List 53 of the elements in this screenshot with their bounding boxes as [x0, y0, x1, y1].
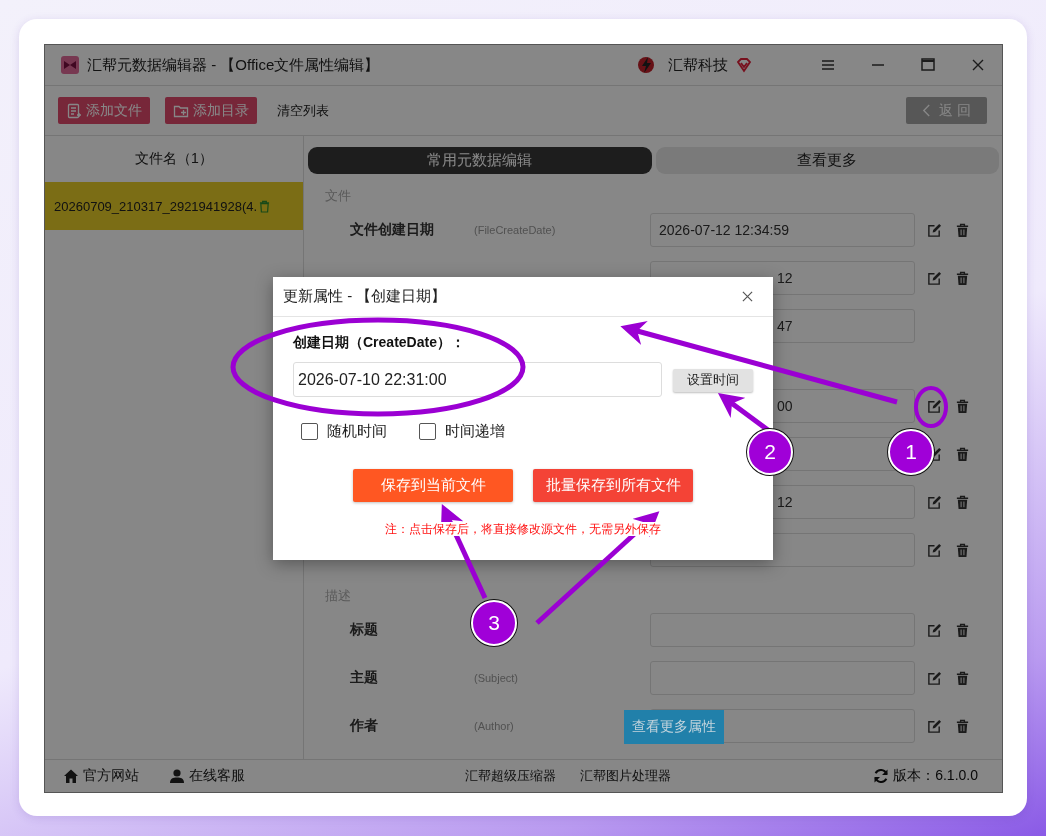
batch-save-button[interactable]: 批量保存到所有文件: [533, 469, 693, 502]
footer-link[interactable]: 官方网站: [63, 767, 139, 785]
maximize-icon[interactable]: [920, 57, 936, 73]
dialog-title: 更新属性 - 【创建日期】: [283, 287, 448, 306]
trash-icon[interactable]: [955, 494, 970, 510]
lightning-logo-icon: [636, 55, 656, 75]
checkbox[interactable]: [419, 423, 436, 440]
field-label: 标题: [350, 621, 378, 637]
file-list-item[interactable]: 20260709_210317_2921941928(4.: [45, 182, 303, 230]
annotation-circle: [914, 386, 948, 428]
add-folder-button[interactable]: 添加目录: [165, 97, 257, 124]
close-icon[interactable]: [970, 57, 986, 73]
menu-icon[interactable]: [820, 57, 836, 73]
trash-icon[interactable]: [955, 446, 970, 462]
document-icon: [66, 102, 82, 119]
set-time-button[interactable]: 设置时间: [673, 368, 753, 392]
trash-icon[interactable]: [955, 542, 970, 558]
checkbox-label: 随机时间: [327, 422, 387, 441]
date-input[interactable]: 2026-07-10 22:31:00: [293, 362, 662, 397]
tab[interactable]: 常用元数据编辑: [308, 147, 652, 174]
column-header: 文件名（1）: [134, 149, 214, 168]
home-icon: [63, 768, 79, 784]
tab[interactable]: 查看更多: [655, 147, 999, 174]
logo-icon: [61, 56, 79, 74]
field-label: 作者: [350, 717, 378, 733]
close-icon[interactable]: [742, 291, 753, 302]
trash-icon[interactable]: [955, 398, 970, 414]
checkbox-label: 时间递增: [445, 422, 505, 441]
window-title: 汇帮元数据编辑器 - 【Office文件属性编辑】: [87, 55, 380, 75]
trash-icon[interactable]: [955, 718, 970, 734]
footer-link[interactable]: 汇帮图片处理器: [580, 767, 671, 785]
trash-icon[interactable]: [955, 670, 970, 686]
more-properties-button[interactable]: 查看更多属性: [624, 710, 724, 744]
version-text: 版本：6.1.0.0: [893, 767, 978, 785]
trash-icon[interactable]: [955, 622, 970, 638]
save-button[interactable]: 保存到当前文件: [353, 469, 513, 502]
checkbox[interactable]: [301, 423, 318, 440]
clear-list-button[interactable]: 清空列表: [272, 101, 334, 120]
input-field[interactable]: 2026-07-12 12:34:59: [650, 213, 915, 247]
field-label: 文件创建日期: [350, 221, 434, 237]
diamond-heart-icon: [736, 57, 752, 73]
add-file-button[interactable]: 添加文件: [58, 97, 150, 124]
field-label: 主题: [350, 669, 378, 685]
refresh-icon[interactable]: [873, 768, 890, 784]
footer-link[interactable]: 在线客服: [169, 767, 245, 785]
chevron-left-icon: [922, 104, 932, 117]
person-icon: [169, 768, 185, 784]
brand-name: 汇帮科技: [668, 55, 728, 75]
file-name: 20260709_210317_2921941928(4.: [54, 198, 258, 214]
trash-icon[interactable]: [955, 222, 970, 238]
footer-link[interactable]: 汇帮超级压缩器: [465, 767, 556, 785]
trash-icon[interactable]: [955, 270, 970, 286]
warning-note: 注：点击保存后，将直接修改源文件，无需另外保存: [385, 522, 661, 536]
